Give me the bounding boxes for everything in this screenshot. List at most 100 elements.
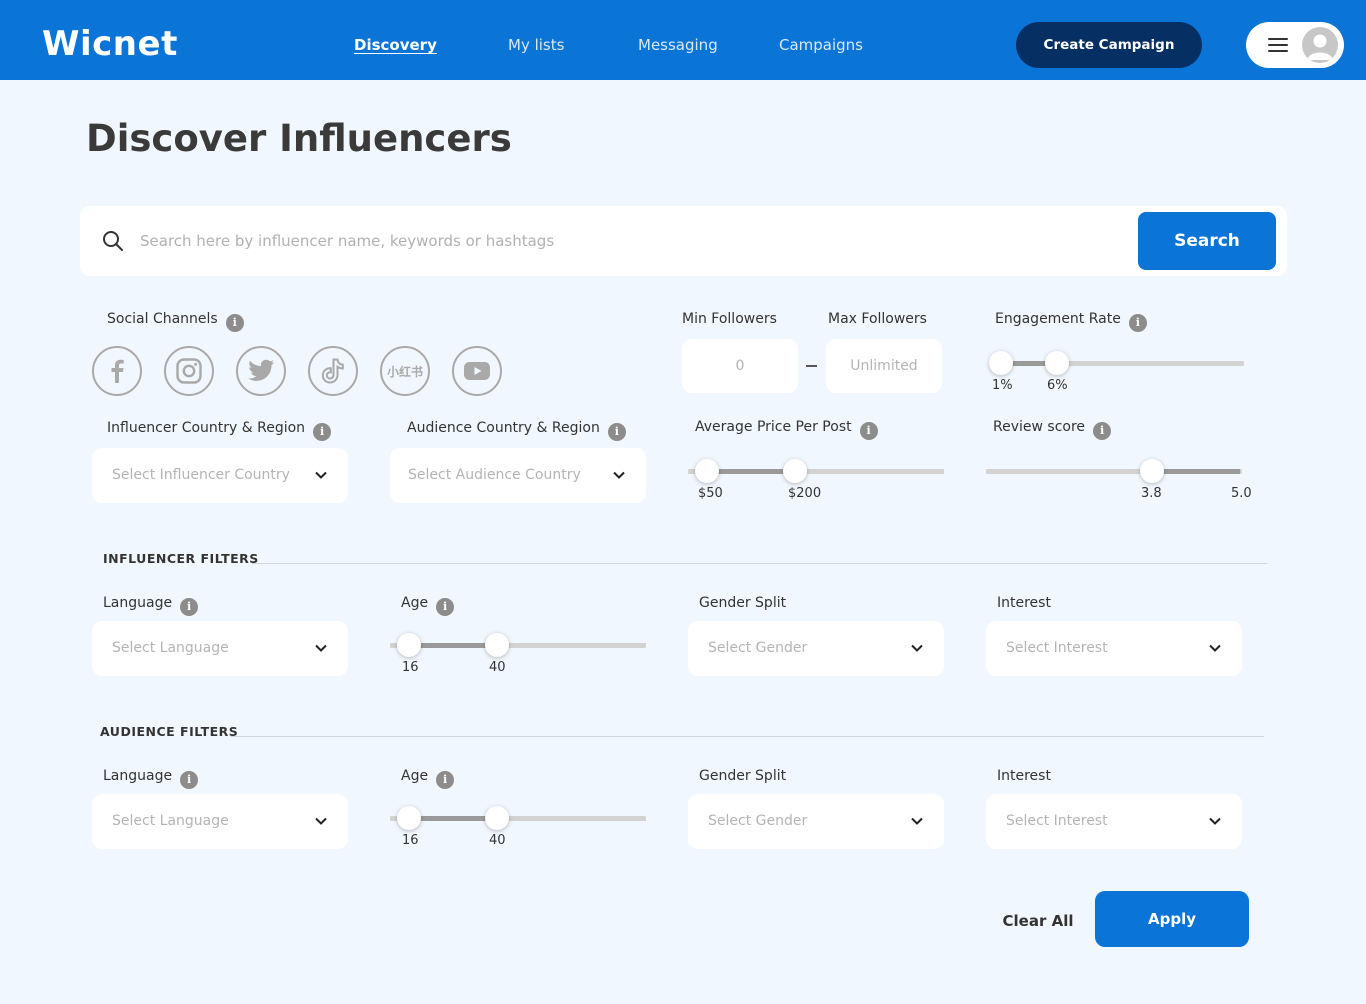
info-icon[interactable]: i [225, 314, 244, 332]
min-followers-input[interactable]: 0 [682, 339, 798, 393]
influencer-age-label-text: Age [401, 595, 429, 611]
influencer-language-placeholder: Select Language [112, 640, 229, 656]
nav-discovery[interactable]: Discovery [354, 34, 437, 56]
clear-all-button[interactable]: Clear All [992, 906, 1084, 936]
youtube-button[interactable] [452, 346, 502, 396]
engagement-rate-max-value: 6% [1047, 378, 1068, 393]
audience-gender-placeholder: Select Gender [708, 813, 808, 829]
section-divider [252, 563, 1267, 564]
audience-gender-select[interactable]: Select Gender [688, 794, 944, 849]
audience-language-label-text: Language [103, 768, 173, 784]
section-divider [231, 736, 1264, 737]
audience-age-min-thumb[interactable] [397, 806, 421, 830]
info-icon[interactable]: i [180, 598, 199, 616]
logo[interactable]: Wicnet [42, 22, 178, 66]
influencer-interest-label: Interest [997, 595, 1051, 611]
audience-age-max-thumb[interactable] [485, 806, 509, 830]
audience-age-label-text: Age [401, 768, 429, 784]
review-score-max-value: 5.0 [1231, 486, 1252, 501]
engagement-rate-max-thumb[interactable] [1045, 351, 1069, 375]
influencer-gender-select[interactable]: Select Gender [688, 621, 944, 676]
engagement-rate-label: Engagement Rate i [995, 309, 1147, 332]
max-followers-label: Max Followers [828, 311, 927, 327]
xiaohongshu-button[interactable]: 小红书 [380, 346, 430, 396]
audience-language-select[interactable]: Select Language [92, 794, 348, 849]
audience-age-min-value: 16 [402, 833, 419, 848]
influencer-age-min-thumb[interactable] [397, 633, 421, 657]
chevron-down-icon [315, 471, 327, 479]
audience-country-label: Audience Country & Region i [407, 418, 626, 441]
chevron-down-icon [315, 817, 327, 825]
avg-price-fill [707, 469, 795, 474]
influencer-age-min-value: 16 [402, 660, 419, 675]
apply-button[interactable]: Apply [1095, 891, 1249, 947]
audience-country-label-text: Audience Country & Region [407, 420, 600, 436]
facebook-button[interactable] [92, 346, 142, 396]
info-icon[interactable]: i [1128, 314, 1147, 332]
search-icon [103, 231, 123, 251]
info-icon[interactable]: i [607, 423, 626, 441]
social-channels-label-text: Social Channels [107, 311, 218, 327]
audience-country-select[interactable]: Select Audience Country [390, 448, 646, 503]
influencer-language-label-text: Language [103, 595, 173, 611]
nav-my-lists[interactable]: My lists [508, 34, 564, 56]
user-menu[interactable] [1246, 22, 1344, 68]
review-score-label: Review score i [993, 417, 1112, 440]
social-channels-label: Social Channels i [107, 309, 244, 332]
create-campaign-button[interactable]: Create Campaign [1016, 22, 1202, 68]
chevron-down-icon [613, 471, 625, 479]
min-followers-label: Min Followers [682, 311, 777, 327]
engagement-rate-label-text: Engagement Rate [995, 311, 1121, 327]
engagement-rate-min-thumb[interactable] [989, 351, 1013, 375]
avg-price-min-thumb[interactable] [695, 459, 719, 483]
audience-interest-placeholder: Select Interest [1006, 813, 1108, 829]
info-icon[interactable]: i [859, 422, 878, 440]
influencer-language-select[interactable]: Select Language [92, 621, 348, 676]
tiktok-icon [321, 358, 344, 384]
audience-language-label: Language i [103, 766, 199, 789]
max-followers-input[interactable]: Unlimited [826, 339, 942, 393]
info-icon[interactable]: i [436, 771, 455, 789]
review-score-thumb[interactable] [1140, 459, 1164, 483]
influencer-age-label: Age i [401, 593, 455, 616]
chevron-down-icon [911, 817, 923, 825]
influencer-interest-select[interactable]: Select Interest [986, 621, 1242, 676]
range-dash [806, 365, 817, 367]
audience-age-max-value: 40 [489, 833, 506, 848]
influencer-country-label-text: Influencer Country & Region [107, 420, 306, 436]
audience-interest-select[interactable]: Select Interest [986, 794, 1242, 849]
audience-interest-label: Interest [997, 768, 1051, 784]
audience-country-placeholder: Select Audience Country [408, 467, 581, 483]
hamburger-icon [1268, 38, 1288, 52]
tiktok-button[interactable] [308, 346, 358, 396]
avg-price-max-thumb[interactable] [783, 459, 807, 483]
info-icon[interactable]: i [436, 598, 455, 616]
avatar-icon [1302, 27, 1338, 63]
influencer-gender-placeholder: Select Gender [708, 640, 808, 656]
avg-price-max-value: $200 [788, 486, 822, 501]
search-input[interactable] [140, 226, 1180, 256]
engagement-rate-min-value: 1% [992, 378, 1013, 393]
nav-messaging[interactable]: Messaging [638, 34, 718, 56]
top-navbar: Wicnet Discovery My lists Messaging Camp… [0, 0, 1366, 80]
chevron-down-icon [1209, 644, 1221, 652]
influencer-filters-title: Influencer Filters [103, 551, 259, 566]
search-button[interactable]: Search [1138, 212, 1276, 270]
influencer-age-fill [409, 643, 497, 648]
info-icon[interactable]: i [313, 423, 332, 441]
audience-filters-title: Audience Filters [100, 724, 239, 739]
instagram-button[interactable] [164, 346, 214, 396]
influencer-country-select[interactable]: Select Influencer Country [92, 448, 348, 503]
twitter-icon [248, 359, 274, 381]
info-icon[interactable]: i [1093, 422, 1112, 440]
chevron-down-icon [315, 644, 327, 652]
influencer-gender-label: Gender Split [699, 595, 787, 611]
influencer-age-max-thumb[interactable] [485, 633, 509, 657]
instagram-icon [176, 358, 202, 384]
info-icon[interactable]: i [180, 771, 199, 789]
twitter-button[interactable] [236, 346, 286, 396]
influencer-country-placeholder: Select Influencer Country [112, 467, 290, 483]
nav-campaigns[interactable]: Campaigns [779, 34, 863, 56]
influencer-language-label: Language i [103, 593, 199, 616]
influencer-country-label: Influencer Country & Region i [107, 418, 332, 441]
